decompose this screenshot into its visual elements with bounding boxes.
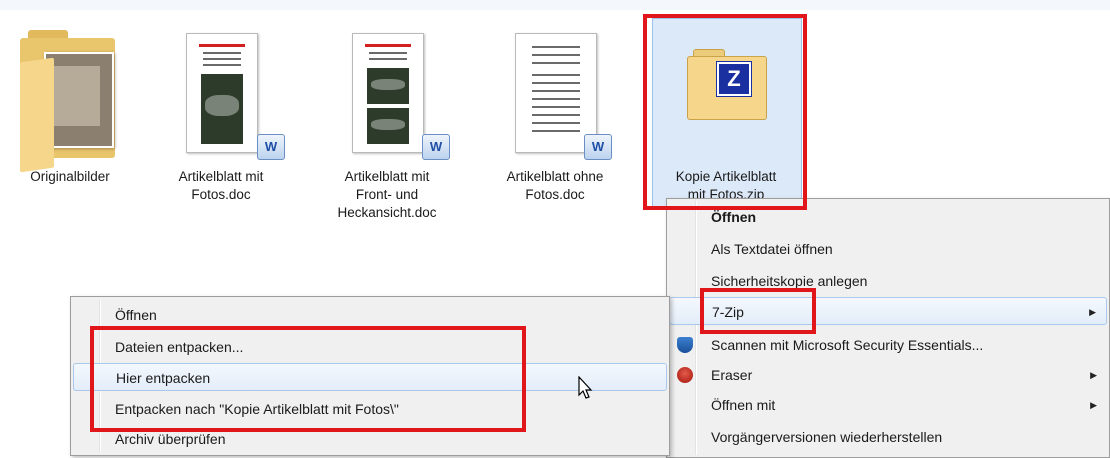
file-label-block: Artikelblatt ohne Fotos.doc [490,168,620,204]
menu-item-label: Öffnen mit [711,397,776,413]
menu-item-sicherheitskopie[interactable]: Sicherheitskopie anlegen [669,267,1107,295]
submenu-arrow-icon: ▶ [1089,307,1096,317]
file-label-line: Artikelblatt mit [344,169,430,184]
menu-item-label: Öffnen [115,307,157,323]
context-menu: Öffnen Als Textdatei öffnen Sicherheitsk… [666,198,1110,458]
submenu-item-archiv-ueberpruefen[interactable]: Archiv überprüfen [73,425,667,453]
document-thumbnail [186,33,258,153]
file-label-line: Artikelblatt ohne [506,169,604,184]
menu-item-oeffnen[interactable]: Öffnen [669,203,1107,231]
submenu-item-oeffnen[interactable]: Öffnen [73,301,667,329]
menu-item-label: Als Textdatei öffnen [711,241,833,257]
menu-item-label: Archiv überprüfen [115,431,226,447]
file-label-line: Heckansicht.doc [337,205,437,220]
menu-item-label: Hier entpacken [116,370,211,386]
word-icon: W [257,134,285,160]
folder-icon-front [20,57,54,173]
file-label-line: Fotos.doc [525,187,585,202]
file-label-line: Kopie Artikelblatt [675,169,777,184]
mouse-cursor-icon [578,376,593,399]
file-label-line: Front- und [355,187,419,202]
word-icon: W [584,134,612,160]
submenu-arrow-icon: ▶ [1090,370,1097,380]
eraser-icon [677,367,693,383]
menu-item-label: 7-Zip [712,304,744,320]
menu-item-scannen-mse[interactable]: Scannen mit Microsoft Security Essential… [669,331,1107,359]
menu-item-label: Entpacken nach "Kopie Artikelblatt mit F… [115,401,399,417]
folder-preview-photo [44,52,114,148]
file-label-block: Artikelblatt mit Fotos.doc [160,168,282,204]
shield-icon [677,337,693,353]
file-label-line: Fotos.doc [191,187,251,202]
submenu-item-dateien-entpacken[interactable]: Dateien entpacken... [73,333,667,361]
menu-item-label: Eraser [711,367,753,383]
file-label-block: Artikelblatt mit Front- und Heckansicht.… [324,168,450,222]
menu-item-label: Vorgängerversionen wiederherstellen [711,429,943,445]
menu-item-7zip[interactable]: 7-Zip ▶ [669,297,1107,325]
menu-item-oeffnen-mit[interactable]: Öffnen mit ▶ [669,391,1107,419]
menu-item-label: Scannen mit Microsoft Security Essential… [711,337,984,353]
menu-item-vorgaengerversionen[interactable]: Vorgängerversionen wiederherstellen [669,423,1107,451]
file-label-block: Originalbilder [8,168,132,186]
menu-item-label: Sicherheitskopie anlegen [711,273,868,289]
file-label-line: Artikelblatt mit [178,169,264,184]
document-thumbnail [352,33,424,153]
submenu-arrow-icon: ▶ [1090,400,1097,410]
explorer-header-strip [0,0,1110,10]
menu-item-eraser[interactable]: Eraser ▶ [669,361,1107,389]
word-icon: W [422,134,450,160]
menu-item-label: Dateien entpacken... [115,339,244,355]
file-label-line: Originalbilder [30,169,110,184]
menu-item-label: Öffnen [711,209,757,225]
menu-item-als-textdatei-oeffnen[interactable]: Als Textdatei öffnen [669,235,1107,263]
seven-zip-icon: Z [717,62,751,96]
